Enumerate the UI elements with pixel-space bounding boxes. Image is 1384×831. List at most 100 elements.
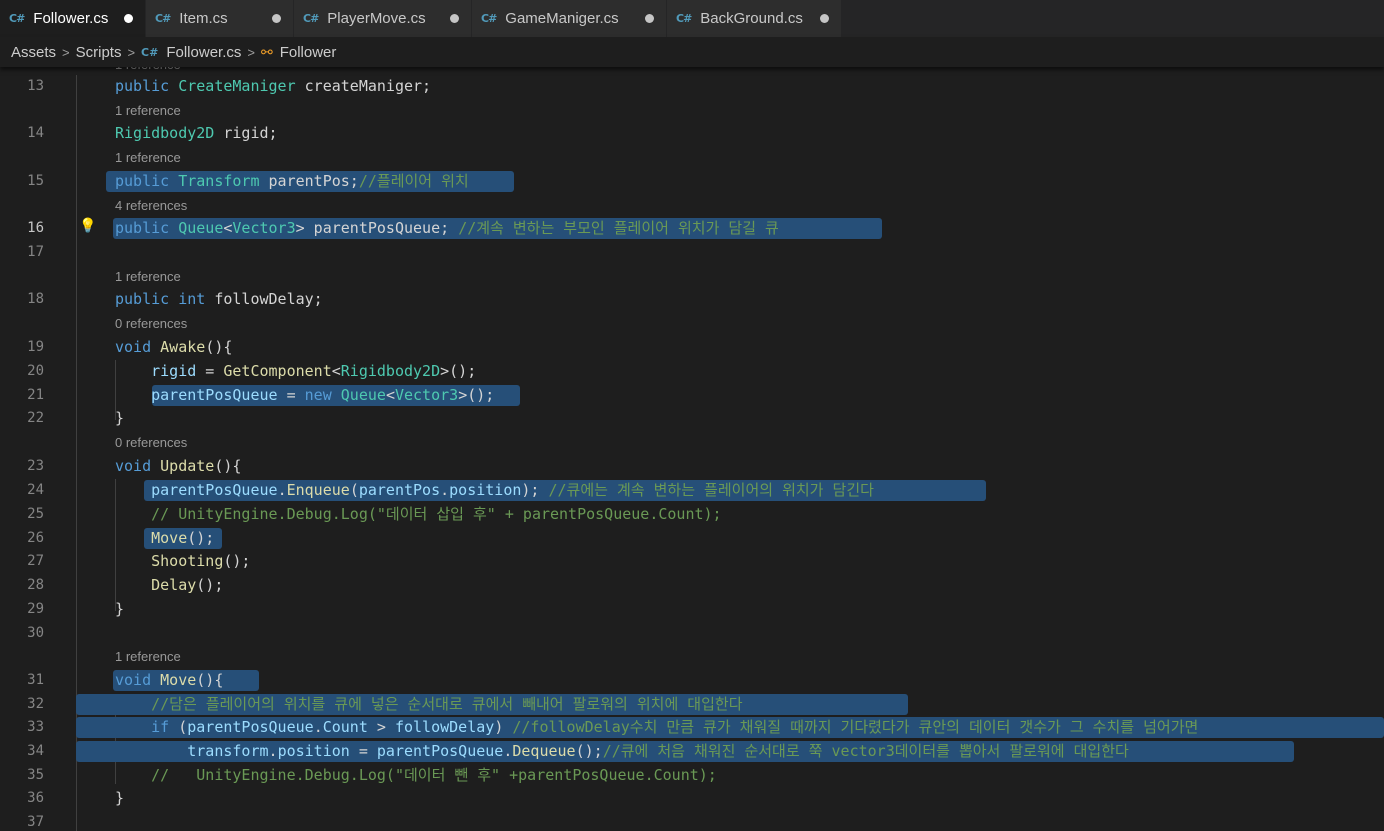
line-number: 22 <box>27 410 44 426</box>
tab-label: Item.cs <box>179 10 228 27</box>
line-number: 24 <box>27 482 44 498</box>
tab-label: BackGround.cs <box>700 10 803 27</box>
line-number: 16 <box>27 220 44 236</box>
line-number: 25 <box>27 506 44 522</box>
line-number: 19 <box>27 339 44 355</box>
tab-gamemaniger[interactable]: C# GameManiger.cs <box>472 0 667 37</box>
csharp-icon: C# <box>155 12 171 25</box>
codelens-references[interactable]: 1 reference <box>115 267 181 287</box>
line-number: 33 <box>27 719 44 735</box>
code-line: 20 rigid = GetComponent<Rigidbody2D>(); <box>0 360 1384 383</box>
breadcrumb-file[interactable]: Follower.cs <box>166 44 241 61</box>
code-line: 30 <box>0 622 1384 645</box>
code-line: 17 <box>0 241 1384 264</box>
line-number: 15 <box>27 173 44 189</box>
code-text[interactable]: Delay(); <box>115 574 223 597</box>
chevron-right-icon: > <box>62 44 70 60</box>
breadcrumb: Assets > Scripts > C# Follower.cs > ⚯ Fo… <box>0 37 1384 67</box>
code-text[interactable]: parentPosQueue = new Queue<Vector3>(); <box>115 384 494 407</box>
tab-background[interactable]: C# BackGround.cs <box>667 0 842 37</box>
codelens-references[interactable]: 4 references <box>115 196 187 216</box>
chevron-right-icon: > <box>247 44 255 60</box>
code-line: 31 void Move(){ <box>0 669 1384 692</box>
code-line: 26 Move(); <box>0 527 1384 550</box>
code-line: 23 void Update(){ <box>0 455 1384 478</box>
code-text[interactable]: void Awake(){ <box>115 336 232 359</box>
breadcrumb-symbol[interactable]: Follower <box>280 44 337 61</box>
line-number: 18 <box>27 291 44 307</box>
unsaved-dot-icon[interactable] <box>124 14 133 23</box>
unsaved-dot-icon[interactable] <box>272 14 281 23</box>
code-text[interactable]: Shooting(); <box>115 550 250 573</box>
code-line: 37 <box>0 811 1384 831</box>
code-line: 35 // UnityEngine.Debug.Log("데이터 뺀 후" +p… <box>0 764 1384 787</box>
csharp-icon: C# <box>676 12 692 25</box>
codelens-references[interactable]: 0 references <box>115 314 187 334</box>
code-line: 29 } <box>0 598 1384 621</box>
tab-follower[interactable]: C# Follower.cs <box>0 0 146 37</box>
line-number: 31 <box>27 672 44 688</box>
code-text[interactable]: //담은 플레이어의 위치를 큐에 넣은 순서대로 큐에서 빼내어 팔로워의 위… <box>115 693 742 716</box>
line-number: 17 <box>27 244 44 260</box>
line-number: 27 <box>27 553 44 569</box>
code-line: 15 public Transform parentPos;//플레이어 위치 <box>0 170 1384 193</box>
csharp-icon: C# <box>9 12 25 25</box>
class-symbol-icon: ⚯ <box>260 43 273 60</box>
code-text[interactable]: public int followDelay; <box>115 288 323 311</box>
code-line: 25 // UnityEngine.Debug.Log("데이터 삽입 후" +… <box>0 503 1384 526</box>
code-line: 19 void Awake(){ <box>0 336 1384 359</box>
unsaved-dot-icon[interactable] <box>645 14 654 23</box>
code-text[interactable]: Move(); <box>115 527 214 550</box>
code-text[interactable]: // UnityEngine.Debug.Log("데이터 뺀 후" +pare… <box>115 764 717 787</box>
code-text[interactable]: } <box>115 598 124 621</box>
code-line: 13 public CreateManiger createManiger; <box>0 75 1384 98</box>
csharp-icon: C# <box>141 45 159 59</box>
code-line: 33 if (parentPosQueue.Count > followDela… <box>0 716 1384 739</box>
codelens-references[interactable]: 1 reference <box>115 647 181 667</box>
unsaved-dot-icon[interactable] <box>450 14 459 23</box>
breadcrumb-assets[interactable]: Assets <box>11 44 56 61</box>
code-text[interactable]: rigid = GetComponent<Rigidbody2D>(); <box>115 360 476 383</box>
code-text[interactable]: void Update(){ <box>115 455 241 478</box>
line-number: 13 <box>27 78 44 94</box>
tab-bar: C# Follower.cs C# Item.cs C# PlayerMove.… <box>0 0 1384 37</box>
code-text[interactable]: public Queue<Vector3> parentPosQueue; //… <box>115 217 779 240</box>
code-text[interactable]: } <box>115 787 124 810</box>
code-text[interactable]: public CreateManiger createManiger; <box>115 75 431 98</box>
tab-label: GameManiger.cs <box>505 10 619 27</box>
breadcrumb-scripts[interactable]: Scripts <box>76 44 122 61</box>
tab-item[interactable]: C# Item.cs <box>146 0 294 37</box>
code-text[interactable]: transform.position = parentPosQueue.Dequ… <box>115 740 1129 763</box>
code-line: 22 } <box>0 407 1384 430</box>
line-number: 32 <box>27 696 44 712</box>
code-text[interactable]: // UnityEngine.Debug.Log("데이터 삽입 후" + pa… <box>115 503 721 526</box>
code-text[interactable]: Rigidbody2D rigid; <box>115 122 278 145</box>
unsaved-dot-icon[interactable] <box>820 14 829 23</box>
code-line: 36 } <box>0 787 1384 810</box>
code-text[interactable]: } <box>115 407 124 430</box>
csharp-icon: C# <box>303 12 319 25</box>
line-number: 36 <box>27 790 44 806</box>
line-number: 35 <box>27 767 44 783</box>
codelens-references[interactable]: 0 references <box>115 433 187 453</box>
codelens-references[interactable]: 1 reference <box>115 148 181 168</box>
code-text[interactable]: public Transform parentPos;//플레이어 위치 <box>115 170 469 193</box>
code-text[interactable]: parentPosQueue.Enqueue(parentPos.positio… <box>115 479 874 502</box>
line-number: 34 <box>27 743 44 759</box>
codelens-references[interactable]: 1 reference <box>115 101 181 121</box>
code-line: 21 parentPosQueue = new Queue<Vector3>()… <box>0 384 1384 407</box>
code-editor[interactable]: 1 reference 1 reference 1 reference 4 re… <box>0 67 1384 831</box>
line-number: 28 <box>27 577 44 593</box>
line-number: 37 <box>27 814 44 830</box>
code-line: 32 //담은 플레이어의 위치를 큐에 넣은 순서대로 큐에서 빼내어 팔로워… <box>0 693 1384 716</box>
chevron-right-icon: > <box>127 44 136 60</box>
codelens-references[interactable]: 1 reference <box>115 67 181 75</box>
code-line: 18 public int followDelay; <box>0 288 1384 311</box>
tab-label: Follower.cs <box>33 10 109 27</box>
tab-playermove[interactable]: C# PlayerMove.cs <box>294 0 472 37</box>
code-text[interactable]: void Move(){ <box>115 669 223 692</box>
code-text[interactable]: if (parentPosQueue.Count > followDelay) … <box>115 716 1198 739</box>
line-number: 20 <box>27 363 44 379</box>
code-line: 28 Delay(); <box>0 574 1384 597</box>
code-line: 34 transform.position = parentPosQueue.D… <box>0 740 1384 763</box>
